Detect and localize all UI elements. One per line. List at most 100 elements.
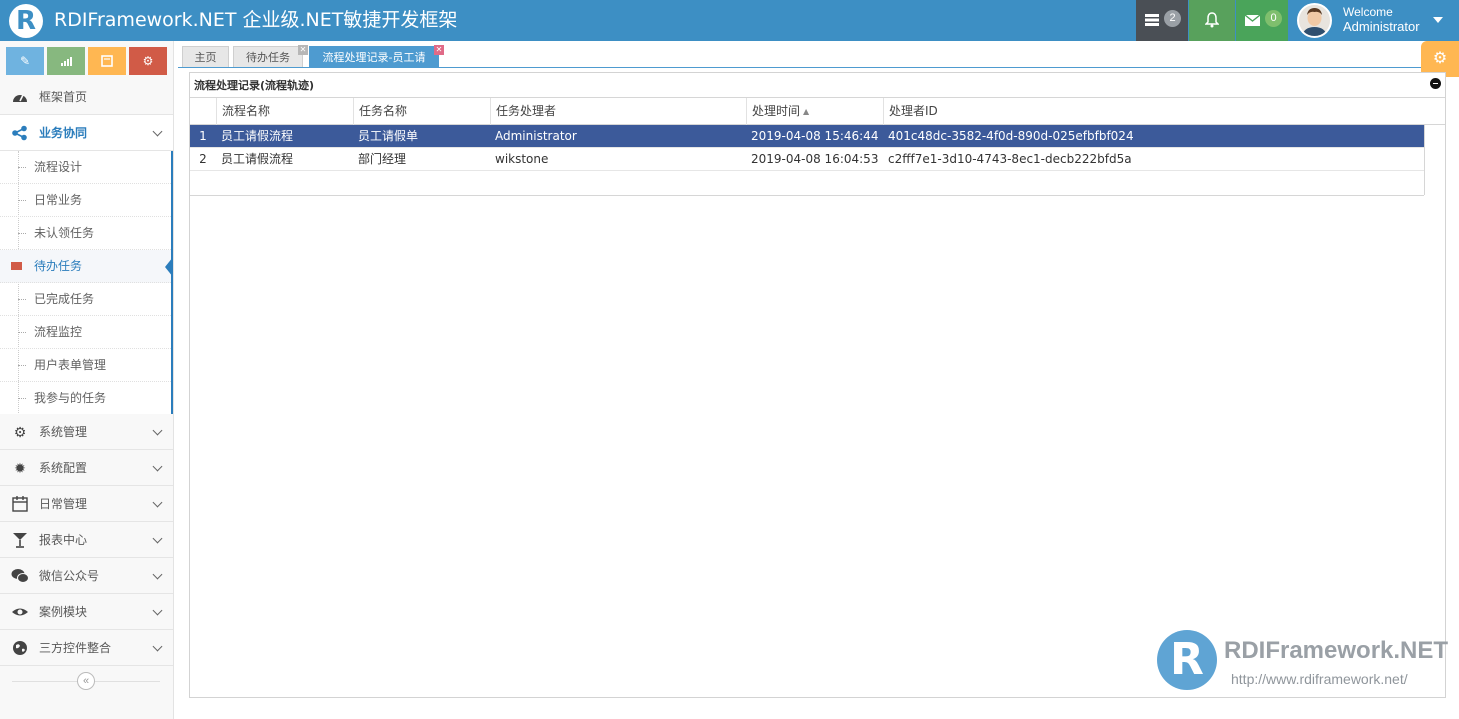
collapse-sidebar-button[interactable]: « bbox=[77, 672, 95, 690]
grid-header: 流程名称 任务名称 任务处理者 处理时间 ▲ 处理者ID bbox=[190, 97, 1445, 125]
sub-item-daily-business[interactable]: 日常业务 bbox=[0, 184, 171, 217]
nav-item-business[interactable]: 业务协同 bbox=[0, 115, 173, 151]
nav-item-wechat[interactable]: 微信公众号 bbox=[0, 558, 173, 594]
column-header-handler-id[interactable]: 处理者ID bbox=[883, 98, 1424, 125]
tab-label: 主页 bbox=[194, 51, 217, 64]
cell-time: 2019-04-08 15:46:44 bbox=[751, 129, 879, 143]
chevron-down-icon bbox=[152, 461, 163, 472]
logo-letter: R bbox=[15, 6, 37, 36]
chevron-down-icon bbox=[152, 126, 163, 137]
nav-item-system-management[interactable]: ⚙ 系统管理 bbox=[0, 414, 173, 450]
calendar-icon bbox=[12, 496, 28, 512]
username-text: Administrator bbox=[1343, 19, 1420, 34]
nav-label: 日常管理 bbox=[39, 497, 88, 511]
column-header-task[interactable]: 任务名称 bbox=[353, 98, 490, 125]
welcome-text: Welcome bbox=[1343, 5, 1393, 19]
share-alt-icon bbox=[12, 125, 27, 141]
tab-label: 流程处理记录-员工请 bbox=[322, 51, 426, 64]
watermark-letter: R bbox=[1170, 634, 1204, 685]
eye-icon bbox=[12, 608, 28, 616]
app-logo-icon[interactable]: R bbox=[9, 4, 43, 38]
cell-handler: wikstone bbox=[495, 152, 549, 166]
cell-process: 员工请假流程 bbox=[221, 129, 294, 143]
sub-item-unclaimed-tasks[interactable]: 未认领任务 bbox=[0, 217, 171, 250]
cell-handler: Administrator bbox=[495, 129, 577, 143]
tab-todo-tasks[interactable]: 待办任务 ✕ bbox=[233, 45, 308, 68]
sub-item-flow-design[interactable]: 流程设计 bbox=[0, 151, 171, 184]
column-label: 处理时间 bbox=[752, 104, 801, 118]
column-header-handler[interactable]: 任务处理者 bbox=[490, 98, 746, 125]
sub-item-label: 用户表单管理 bbox=[34, 358, 107, 372]
shortcut-signal-button[interactable] bbox=[47, 47, 85, 75]
envelope-icon bbox=[1245, 15, 1260, 26]
panel-title: 流程处理记录(流程轨迹) bbox=[194, 79, 315, 92]
close-icon[interactable]: ✕ bbox=[434, 45, 444, 55]
book-icon bbox=[101, 55, 113, 67]
gear-icon: ✹ bbox=[14, 460, 26, 476]
notifications-button[interactable] bbox=[1189, 0, 1235, 41]
watermark-logo: R bbox=[1157, 630, 1217, 690]
top-header: R RDIFramework.NET 企业级.NET敏捷开发框架 2 0 Wel… bbox=[0, 0, 1459, 41]
shortcut-book-button[interactable] bbox=[88, 47, 126, 75]
tab-flow-records[interactable]: 流程处理记录-员工请 ✕ bbox=[309, 45, 444, 68]
column-header-process[interactable]: 流程名称 bbox=[216, 98, 353, 125]
watermark-url: http://www.rdiframework.net/ bbox=[1231, 671, 1408, 687]
pencil-icon: ✎ bbox=[19, 54, 31, 68]
submenu-business: 流程设计 日常业务 未认领任务 待办任务 已完成任务 流程监控 用户表单管理 我… bbox=[0, 151, 173, 415]
user-menu[interactable]: Welcome Administrator bbox=[1289, 0, 1459, 41]
chevron-down-icon bbox=[152, 533, 163, 544]
tab-bar: 主页 待办任务 ✕ 流程处理记录-员工请 ✕ bbox=[178, 44, 1459, 68]
sub-item-todo-tasks[interactable]: 待办任务 bbox=[0, 250, 173, 283]
cell-handler-id: 401c48dc-3582-4f0d-890d-025efbfbf024 bbox=[888, 129, 1134, 143]
caret-down-icon bbox=[1433, 17, 1443, 23]
sub-item-label: 待办任务 bbox=[34, 259, 83, 273]
tab-home[interactable]: 主页 bbox=[182, 46, 229, 68]
shortcut-cogs-button[interactable]: ⚙ bbox=[129, 47, 167, 75]
sub-item-label: 流程监控 bbox=[34, 325, 83, 339]
nav-item-report-center[interactable]: 报表中心 bbox=[0, 522, 173, 558]
bell-icon bbox=[1205, 12, 1219, 28]
nav-label: 系统管理 bbox=[39, 425, 88, 439]
sub-item-user-forms[interactable]: 用户表单管理 bbox=[0, 349, 171, 382]
close-icon[interactable]: ✕ bbox=[298, 45, 308, 55]
nav-label: 微信公众号 bbox=[39, 569, 100, 583]
avatar bbox=[1297, 3, 1332, 38]
nav-item-daily-management[interactable]: 日常管理 bbox=[0, 486, 173, 522]
tasks-icon bbox=[1145, 14, 1159, 26]
sub-item-completed-tasks[interactable]: 已完成任务 bbox=[0, 283, 171, 316]
app-title: RDIFramework.NET 企业级.NET敏捷开发框架 bbox=[54, 9, 458, 31]
list-icon bbox=[11, 262, 22, 270]
sub-item-label: 未认领任务 bbox=[34, 226, 95, 240]
cell-task: 部门经理 bbox=[358, 152, 407, 166]
tasks-button[interactable]: 2 bbox=[1136, 0, 1188, 41]
table-row[interactable]: 2 员工请假流程 部门经理 wikstone 2019-04-08 16:04:… bbox=[190, 148, 1424, 171]
sub-item-label: 日常业务 bbox=[34, 193, 83, 207]
chevron-down-icon bbox=[152, 497, 163, 508]
cell-time: 2019-04-08 16:04:53 bbox=[751, 152, 879, 166]
nav-label: 案例模块 bbox=[39, 605, 88, 619]
nav-item-case-module[interactable]: 案例模块 bbox=[0, 594, 173, 630]
nav-item-third-party[interactable]: 三方控件整合 bbox=[0, 630, 173, 666]
cell-task: 员工请假单 bbox=[358, 129, 419, 143]
globe-icon bbox=[13, 641, 27, 655]
tasks-badge: 2 bbox=[1164, 10, 1181, 27]
row-number: 1 bbox=[199, 129, 207, 143]
chevron-down-icon bbox=[152, 425, 163, 436]
glass-icon bbox=[13, 533, 27, 548]
sub-item-flow-monitor[interactable]: 流程监控 bbox=[0, 316, 171, 349]
nav-item-system-config[interactable]: ✹ 系统配置 bbox=[0, 450, 173, 486]
watermark-name: RDIFramework.NET bbox=[1224, 637, 1449, 664]
nav-item-home[interactable]: 框架首页 bbox=[0, 79, 173, 115]
messages-button[interactable]: 0 bbox=[1236, 0, 1288, 41]
column-header-time[interactable]: 处理时间 ▲ bbox=[746, 98, 883, 125]
tab-label: 待办任务 bbox=[246, 51, 290, 64]
chevron-down-icon bbox=[152, 641, 163, 652]
nav-label: 框架首页 bbox=[39, 90, 88, 104]
sub-item-label: 已完成任务 bbox=[34, 292, 95, 306]
signal-icon bbox=[61, 57, 72, 66]
table-row[interactable]: 1 员工请假流程 员工请假单 Administrator 2019-04-08 … bbox=[190, 125, 1424, 148]
nav-label: 报表中心 bbox=[39, 533, 88, 547]
shortcut-pencil-button[interactable]: ✎ bbox=[6, 47, 44, 75]
sub-item-my-participated[interactable]: 我参与的任务 bbox=[0, 382, 171, 415]
collapse-panel-icon[interactable] bbox=[1430, 78, 1441, 89]
